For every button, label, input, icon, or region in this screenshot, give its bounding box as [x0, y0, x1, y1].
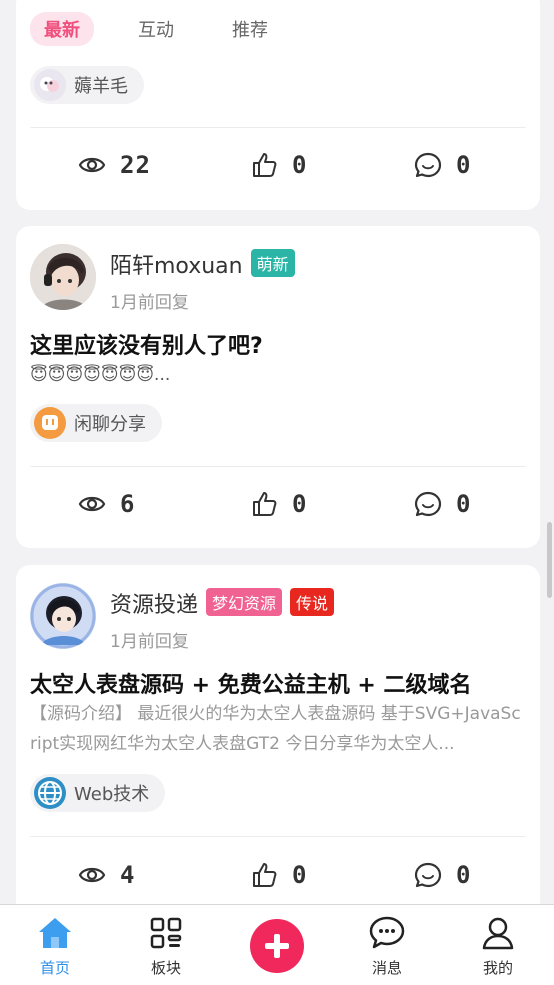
views-stat: 4 [78, 855, 135, 895]
tab-recommended[interactable]: 推荐 [218, 12, 282, 46]
views-count: 4 [120, 861, 136, 889]
tab-profile[interactable]: 我的 [463, 915, 533, 978]
post-title[interactable]: 太空人表盘源码 + 免费公益主机 + 二级域名 [30, 667, 526, 699]
divider [30, 836, 526, 837]
comments-count: 0 [456, 490, 472, 518]
topic-chip[interactable]: 薅羊毛 [30, 66, 144, 104]
topic-label: Web技术 [74, 784, 150, 805]
post-excerpt: 😇😇😇😇😇😇😇... [30, 365, 171, 385]
tab-interaction[interactable]: 互动 [124, 12, 188, 46]
tab-messages[interactable]: 消息 [352, 915, 422, 978]
tab-home-label: 首页 [39, 959, 70, 977]
author-name[interactable]: 资源投递 梦幻资源 传说 [110, 587, 335, 619]
views-count: 22 [120, 151, 151, 179]
post-card[interactable]: 资源投递 梦幻资源 传说 1月前回复 太空人表盘源码 + 免费公益主机 + 二级域名… [16, 565, 540, 925]
tab-latest[interactable]: 最新 [30, 12, 94, 46]
scrollbar[interactable] [547, 522, 552, 598]
globe-icon [34, 777, 66, 809]
thumbs-up-icon [253, 153, 277, 177]
author-name-text: 资源投递 [110, 593, 199, 618]
home-icon [39, 918, 71, 948]
author-name-text: 陌轩moxuan [110, 254, 243, 279]
views-count: 6 [120, 490, 136, 518]
likes-count: 0 [292, 490, 308, 518]
tab-profile-label: 我的 [482, 959, 513, 977]
bottom-tab-bar: 首页 板块 消息 我的 [0, 904, 554, 985]
post-title[interactable]: 这里应该没有别人了吧? [30, 328, 526, 360]
comment-button[interactable]: 0 [414, 145, 471, 185]
author-name[interactable]: 陌轩moxuan 萌新 [110, 248, 295, 280]
likes-count: 0 [292, 151, 308, 179]
post-stats: 22 0 0 [16, 145, 540, 185]
comment-button[interactable]: 0 [414, 484, 471, 524]
avatar[interactable] [30, 583, 96, 649]
plus-icon [265, 934, 289, 958]
views-stat: 22 [78, 145, 151, 185]
post-stats: 6 0 0 [16, 484, 540, 524]
tab-boards[interactable]: 板块 [131, 915, 201, 978]
like-button[interactable]: 0 [250, 484, 307, 524]
views-stat: 6 [78, 484, 135, 524]
topic-label: 薅羊毛 [74, 76, 128, 97]
tab-messages-label: 消息 [371, 959, 402, 977]
thumbs-up-icon [253, 492, 277, 516]
like-button[interactable]: 0 [250, 855, 307, 895]
comment-icon [414, 491, 442, 517]
level-badge: 萌新 [250, 249, 295, 277]
topic-chip[interactable]: 闲聊分享 [30, 404, 162, 442]
create-post-button[interactable] [250, 919, 304, 973]
message-icon [369, 916, 405, 949]
post-time: 1月前回复 [110, 293, 189, 313]
post-card[interactable]: 最新 互动 推荐 薅羊毛 22 0 0 [16, 0, 540, 210]
eye-icon [78, 867, 106, 883]
like-button[interactable]: 0 [250, 145, 307, 185]
feed-tabs: 最新 互动 推荐 [30, 12, 312, 46]
post-card[interactable]: 陌轩moxuan 萌新 1月前回复 这里应该没有别人了吧? 😇😇😇😇😇😇😇... … [16, 226, 540, 548]
thumbs-up-icon [253, 863, 277, 887]
topic-chip[interactable]: Web技术 [30, 774, 166, 812]
comments-count: 0 [456, 151, 472, 179]
comments-count: 0 [456, 861, 472, 889]
comment-icon [414, 152, 442, 178]
divider [30, 127, 526, 128]
chat-bubble-icon [34, 407, 66, 439]
grid-icon [150, 917, 182, 949]
tab-boards-label: 板块 [150, 959, 181, 977]
topic-label: 闲聊分享 [74, 414, 146, 435]
topic-avatar-icon [34, 69, 66, 101]
eye-icon [78, 496, 106, 512]
tab-home[interactable]: 首页 [20, 915, 90, 978]
eye-icon [78, 157, 106, 173]
user-icon [482, 917, 514, 950]
post-stats: 4 0 0 [16, 855, 540, 895]
post-excerpt: 【源码介绍】 最近很火的华为太空人表盘源码 基于SVG+JavaScript实现… [30, 704, 521, 754]
post-time: 1月前回复 [110, 632, 189, 652]
rank-badge: 传说 [290, 588, 335, 616]
comment-icon [414, 862, 442, 888]
avatar[interactable] [30, 244, 96, 310]
divider [30, 466, 526, 467]
level-badge: 梦幻资源 [206, 588, 283, 616]
comment-button[interactable]: 0 [414, 855, 471, 895]
likes-count: 0 [292, 861, 308, 889]
